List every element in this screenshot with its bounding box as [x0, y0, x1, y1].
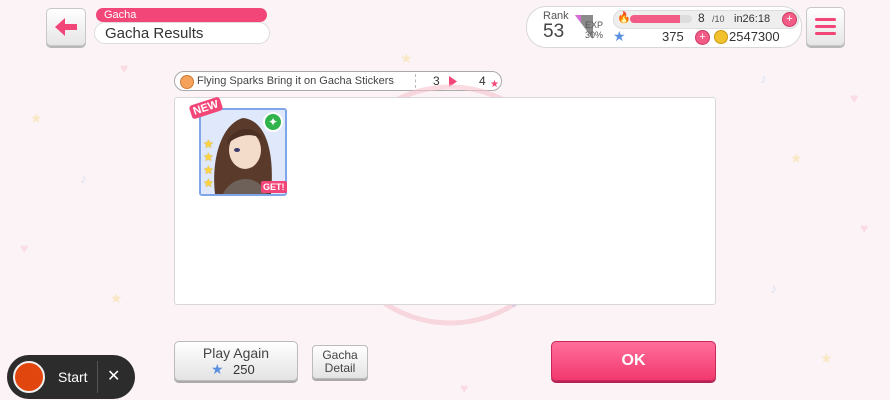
gacha-detail-label-line2: Detail [324, 361, 356, 375]
star-icon: ★ [203, 176, 214, 190]
play-again-cost: 250 [233, 362, 255, 377]
flame-icon: 🔥 [617, 12, 631, 24]
back-button[interactable] [46, 8, 86, 46]
star-gem-count: 375 [662, 29, 684, 44]
ok-button[interactable]: OK [551, 341, 716, 381]
stamina-max: /10 [712, 14, 725, 24]
star-gem-icon: ★ [211, 361, 224, 377]
exp-label: EXP [585, 20, 604, 30]
stamina-bar-fill [630, 15, 680, 23]
attribute-icon: ✦ [263, 112, 283, 132]
sticker-icon [180, 75, 194, 89]
add-stamina-button[interactable]: + [782, 12, 797, 27]
play-again-button[interactable]: Play Again ★ 250 [174, 341, 298, 381]
star-gem-icon: ★ [613, 28, 626, 44]
stamina-box: 🔥 8 /10 in26:18 + [613, 10, 799, 29]
exp-percent: 30% [585, 30, 604, 40]
play-again-label: Play Again [202, 345, 270, 361]
close-icon[interactable]: ✕ [107, 366, 120, 386]
screen-title-box: Gacha Gacha Results [94, 7, 272, 44]
page-title: Gacha Results [94, 22, 270, 44]
rank-value: 53 [543, 21, 565, 42]
menu-button[interactable] [806, 7, 845, 46]
add-star-gem-button[interactable]: + [695, 30, 710, 45]
rarity-stars: ★ ★ ★ ★ [203, 138, 215, 190]
gacha-detail-button[interactable]: Gacha Detail [312, 345, 368, 379]
divider [97, 361, 98, 393]
back-arrow-icon [55, 18, 77, 36]
get-badge: GET! [261, 181, 287, 193]
stamina-value: 8 [698, 11, 705, 25]
record-icon[interactable] [13, 361, 45, 393]
stamina-bar [630, 15, 692, 23]
screen-category: Gacha [96, 8, 267, 22]
coin-icon [714, 30, 728, 44]
coin-count: 2547300 [729, 29, 780, 44]
stamina-timer: in26:18 [734, 13, 771, 25]
player-status-panel: Rank 53 EXP 30% 🔥 8 /10 in26:18 + ★ 375 … [526, 6, 802, 48]
screen-recorder-widget: Start ✕ [7, 355, 135, 399]
record-start-button[interactable]: Start [58, 369, 88, 385]
